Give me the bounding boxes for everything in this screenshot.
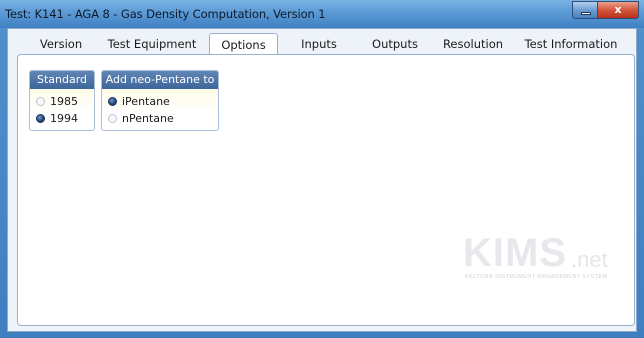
radio-npentane[interactable]: nPentane	[108, 110, 218, 127]
standard-options: 1985 1994	[30, 89, 94, 127]
options-panel: Standard 1985 1994 Add neo-Pentane to iP…	[17, 54, 635, 326]
tab-resolution[interactable]: Resolution	[442, 35, 504, 53]
tab-test-information[interactable]: Test Information	[522, 35, 620, 53]
radio-standard-1994[interactable]: 1994	[36, 110, 94, 127]
logo-wordmark: KIMS	[463, 231, 567, 275]
radio-label: 1994	[50, 112, 78, 125]
radio-checked-icon	[108, 97, 117, 106]
tab-test-equipment[interactable]: Test Equipment	[106, 35, 198, 53]
radio-label: iPentane	[122, 95, 170, 108]
app-window: Test: K141 - AGA 8 - Gas Density Computa…	[0, 0, 644, 338]
standard-group: Standard 1985 1994	[29, 70, 95, 131]
standard-group-title: Standard	[30, 71, 94, 89]
kims-logo: KIMS .net KELTON® INSTRUMENT MANAGEMENT …	[455, 227, 615, 287]
radio-ipentane[interactable]: iPentane	[108, 93, 218, 110]
title-bar[interactable]: Test: K141 - AGA 8 - Gas Density Computa…	[0, 0, 644, 28]
close-icon: x	[614, 3, 622, 16]
radio-standard-1985[interactable]: 1985	[36, 93, 94, 110]
minimize-icon	[581, 12, 591, 15]
neopentane-group: Add neo-Pentane to iPentane nPentane	[101, 70, 219, 131]
window-client-area: Version Test Equipment Options Inputs Ou…	[7, 28, 637, 332]
radio-label: nPentane	[122, 112, 174, 125]
tab-strip: Version Test Equipment Options Inputs Ou…	[8, 29, 636, 55]
logo-suffix: .net	[571, 247, 608, 272]
minimize-button[interactable]	[572, 1, 598, 19]
tab-options[interactable]: Options	[209, 33, 278, 55]
window-title: Test: K141 - AGA 8 - Gas Density Computa…	[5, 7, 326, 21]
radio-label: 1985	[50, 95, 78, 108]
radio-unchecked-icon	[36, 97, 45, 106]
neopentane-group-title: Add neo-Pentane to	[102, 71, 218, 89]
neopentane-options: iPentane nPentane	[102, 89, 218, 127]
tab-outputs[interactable]: Outputs	[369, 35, 421, 53]
tab-version[interactable]: Version	[36, 35, 86, 53]
logo-tagline: KELTON® INSTRUMENT MANAGEMENT SYSTEM	[465, 274, 608, 280]
radio-unchecked-icon	[108, 114, 117, 123]
tab-inputs[interactable]: Inputs	[296, 35, 342, 53]
close-button[interactable]: x	[597, 1, 639, 19]
radio-checked-icon	[36, 114, 45, 123]
